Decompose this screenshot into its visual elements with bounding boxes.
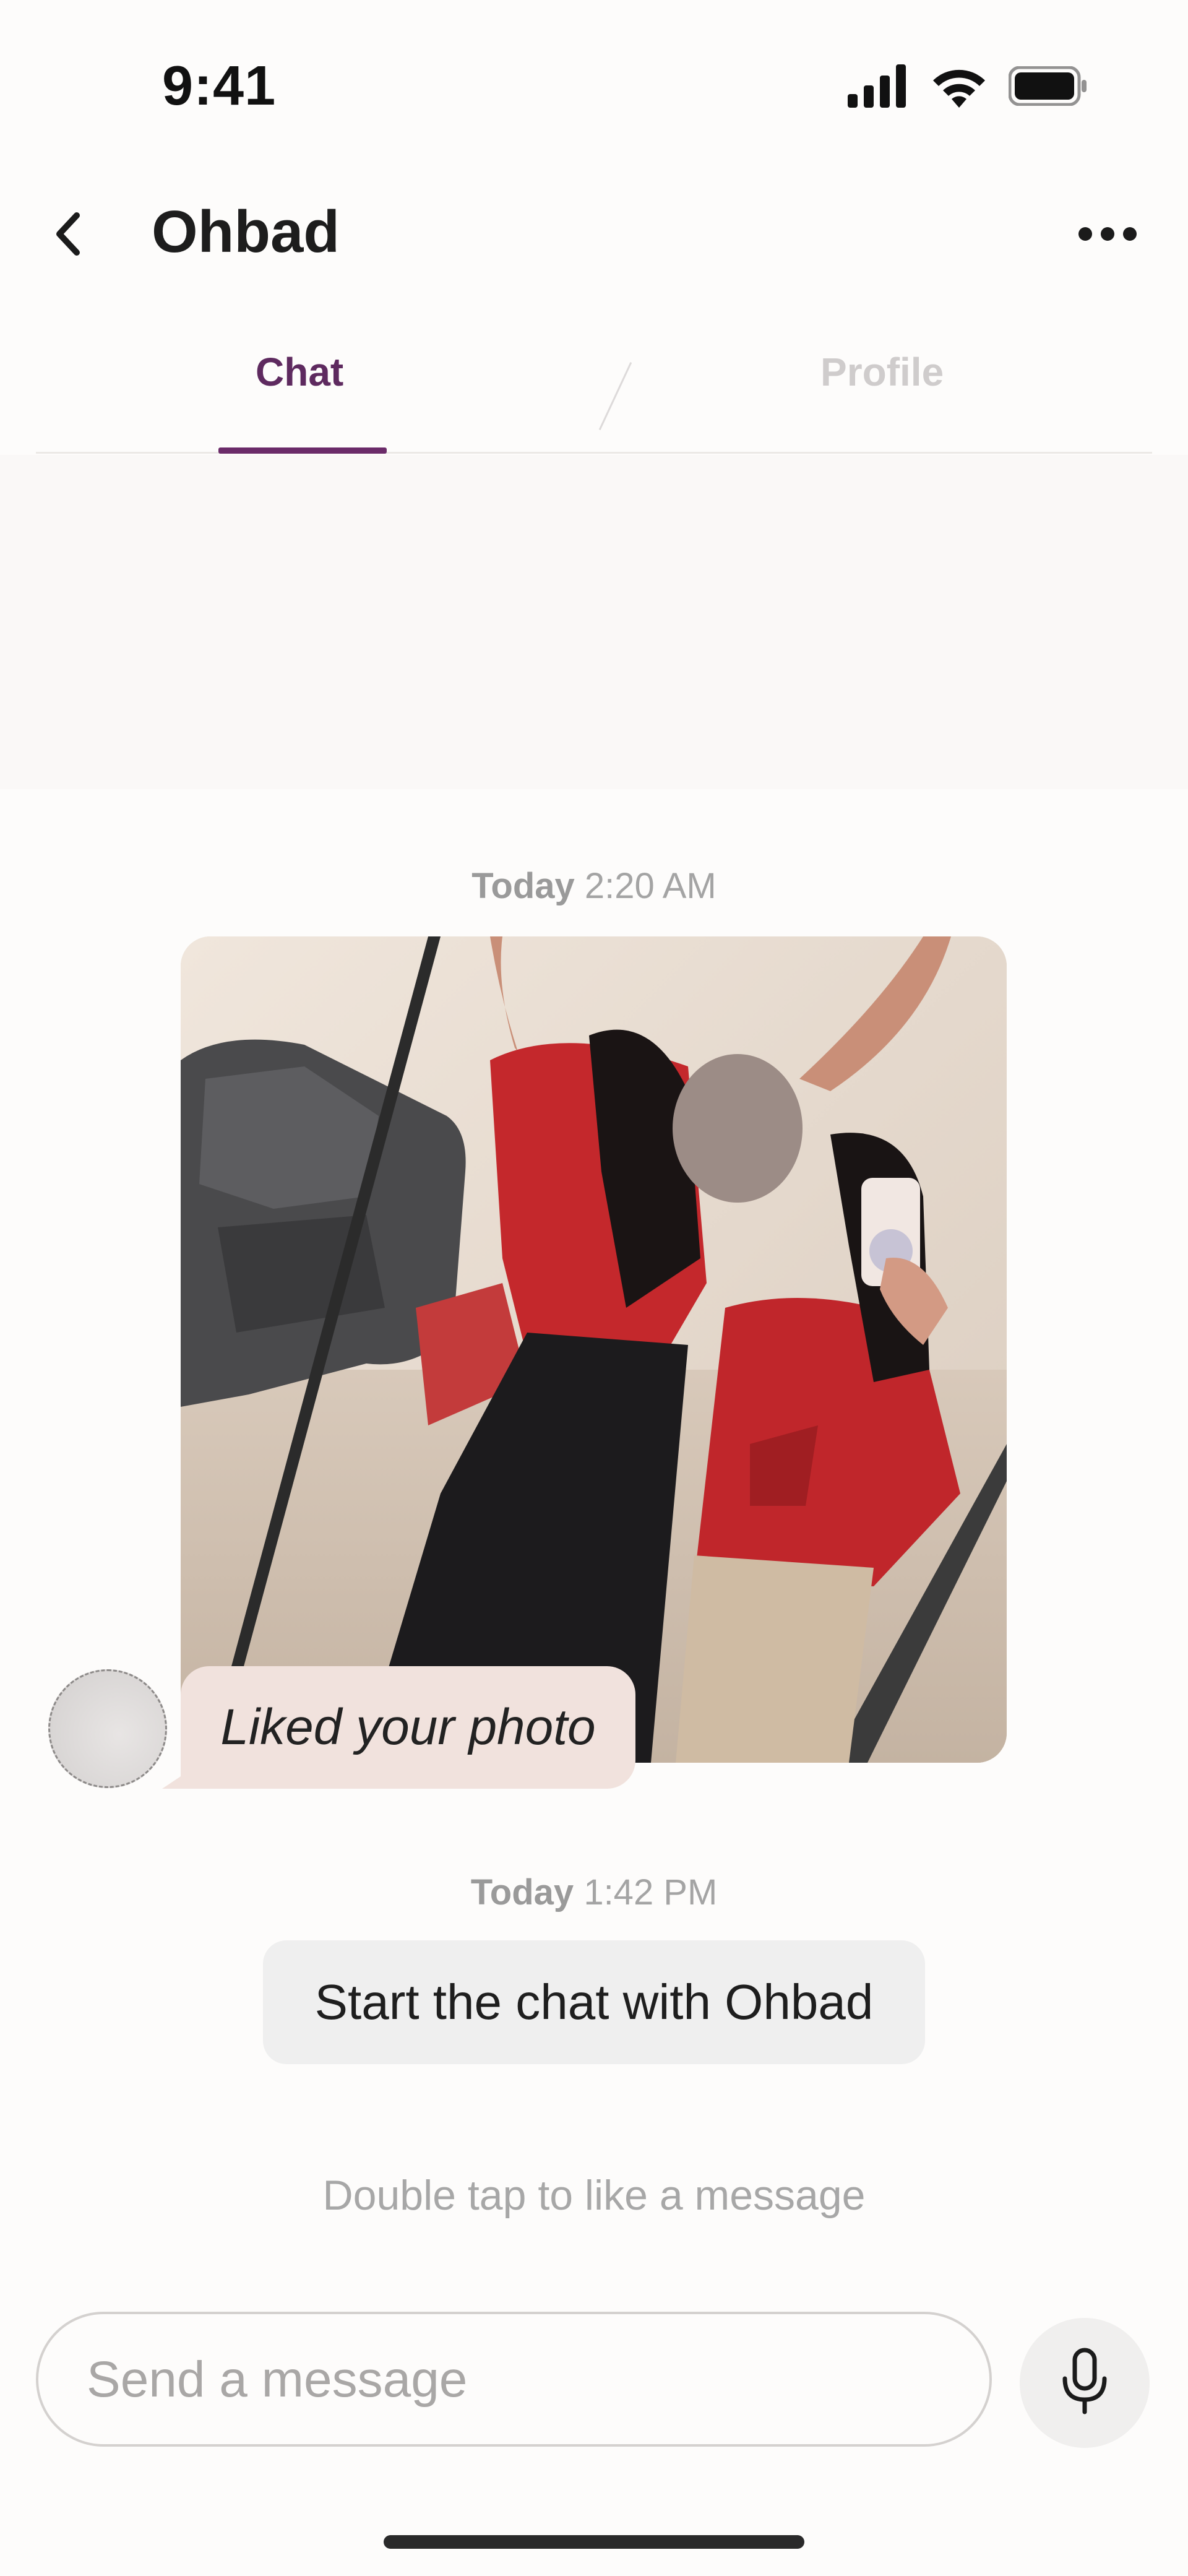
voice-message-button[interactable] [1020,2318,1150,2448]
tab-bar: Chat Profile [36,334,1152,454]
status-icons [848,64,1089,111]
chat-header: Ohbad [0,186,1188,285]
wifi-icon [931,64,988,111]
timestamp-time: 2:20 AM [584,866,717,906]
chevron-left-icon [50,209,87,262]
tab-profile[interactable]: Profile [820,349,944,395]
start-chat-bubble[interactable]: Start the chat with Ohbad [263,1940,925,2064]
microphone-icon [1060,2348,1109,2419]
home-indicator [384,2535,804,2549]
photo-timestamp: Today 2:20 AM [0,865,1188,907]
timestamp-day: Today [471,866,575,906]
more-horizontal-icon [1077,225,1138,246]
active-tab-indicator [218,447,387,454]
avatar[interactable] [48,1669,167,1788]
tab-divider [598,361,632,431]
tab-chat[interactable]: Chat [256,349,343,395]
double-tap-hint: Double tap to like a message [322,2172,866,2219]
shared-photo[interactable] [181,936,1007,1763]
chat-screen: 9:41 Ohbad Chat Profile Today 2:20 AM Li… [0,0,1188,2576]
start-timestamp: Today 1:42 PM [0,1872,1188,1913]
message-input[interactable] [85,2314,942,2445]
more-options-button[interactable] [1070,210,1145,260]
page-title: Ohbad [152,199,340,265]
cellular-signal-icon [848,64,910,111]
status-bar: 9:41 [0,0,1188,161]
start-chat-text: Start the chat with Ohbad [314,1974,874,2029]
liked-photo-bubble[interactable]: Liked your photo [181,1666,635,1789]
timestamp-day: Today [470,1872,574,1913]
conversation-top-area [0,455,1188,789]
liked-photo-text: Liked your photo [220,1699,596,1755]
battery-icon [1008,66,1089,109]
photo-image [181,936,1007,1763]
status-time: 9:41 [162,55,277,117]
timestamp-time: 1:42 PM [583,1872,718,1913]
message-composer [36,2312,992,2447]
back-button[interactable] [37,204,99,266]
